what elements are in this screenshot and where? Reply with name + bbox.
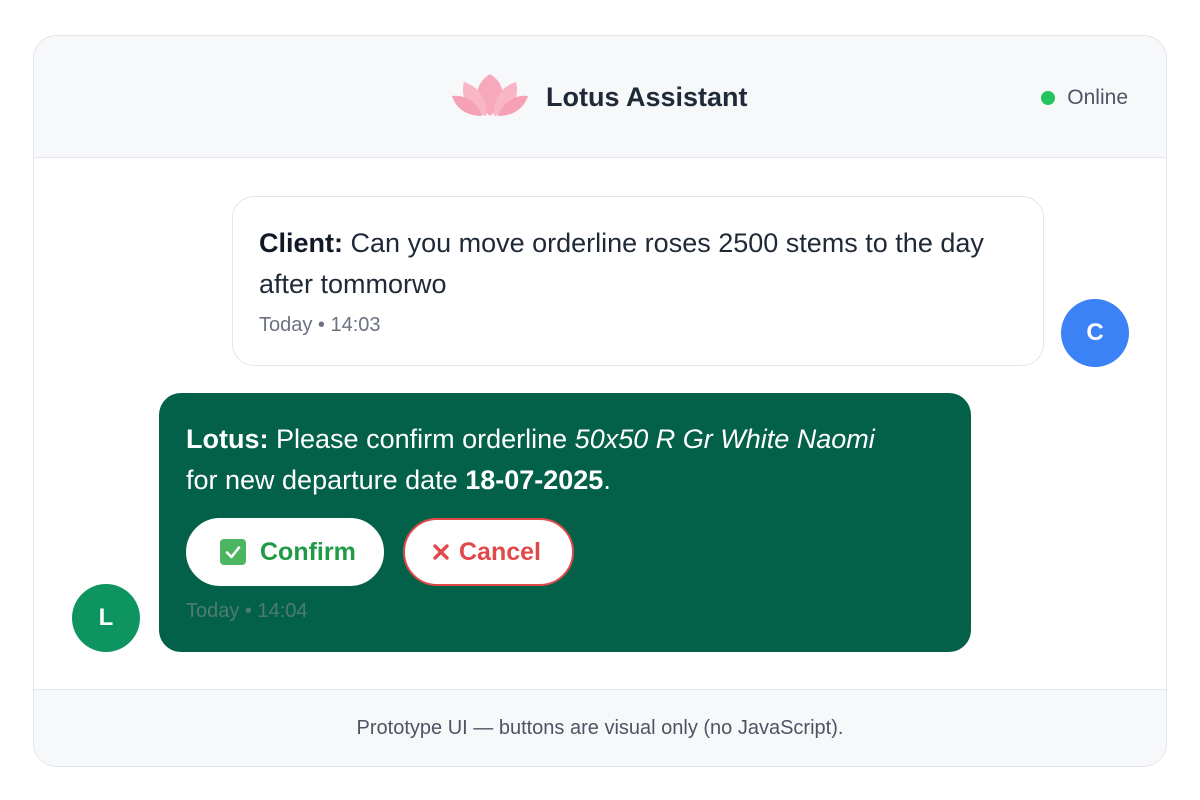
assistant-message-time: Today • 14:04 — [186, 600, 308, 622]
departure-date: 18-07-2025 — [465, 465, 604, 495]
assistant-message-text: Lotus: Please confirm orderline 50x50 R … — [186, 424, 875, 495]
assistant-sender-label: Lotus — [186, 424, 260, 454]
assistant-avatar: L — [72, 584, 140, 652]
assistant-message: Lotus: Please confirm orderline 50x50 R … — [159, 393, 971, 652]
chat-window: Lotus Assistant Online Client: Can you m… — [33, 35, 1167, 767]
client-message-text: Client: Can you move orderline roses 250… — [259, 228, 984, 299]
x-icon — [431, 542, 451, 562]
chat-footer: Prototype UI — buttons are visual only (… — [34, 689, 1166, 766]
footer-note: Prototype UI — buttons are visual only (… — [356, 716, 844, 739]
client-sender-label: Client — [259, 228, 335, 258]
lotus-icon — [452, 74, 528, 116]
status-label: Online — [1067, 86, 1128, 109]
status-indicator: Online — [1041, 86, 1128, 110]
assistant-message-middle: for new departure date — [186, 465, 458, 495]
action-buttons: Confirm Cancel — [186, 518, 945, 586]
client-avatar: C — [1061, 299, 1129, 367]
chat-header: Lotus Assistant Online — [34, 36, 1166, 158]
cancel-button[interactable]: Cancel — [403, 518, 574, 586]
confirm-label: Confirm — [260, 537, 356, 566]
assistant-title: Lotus Assistant — [546, 82, 748, 112]
status-dot-icon — [1041, 91, 1056, 105]
client-message-body: Can you move orderline roses 2500 stems … — [259, 228, 984, 299]
client-message: Client: Can you move orderline roses 250… — [232, 196, 1044, 366]
orderline-name: 50x50 R Gr White Naomi — [574, 424, 875, 454]
cancel-label: Cancel — [459, 537, 541, 566]
client-message-time: Today • 14:03 — [259, 314, 381, 336]
check-box-icon — [220, 539, 246, 565]
assistant-message-suffix: . — [603, 465, 611, 495]
confirm-button[interactable]: Confirm — [186, 518, 384, 586]
assistant-message-prefix: Please confirm orderline — [276, 424, 568, 454]
